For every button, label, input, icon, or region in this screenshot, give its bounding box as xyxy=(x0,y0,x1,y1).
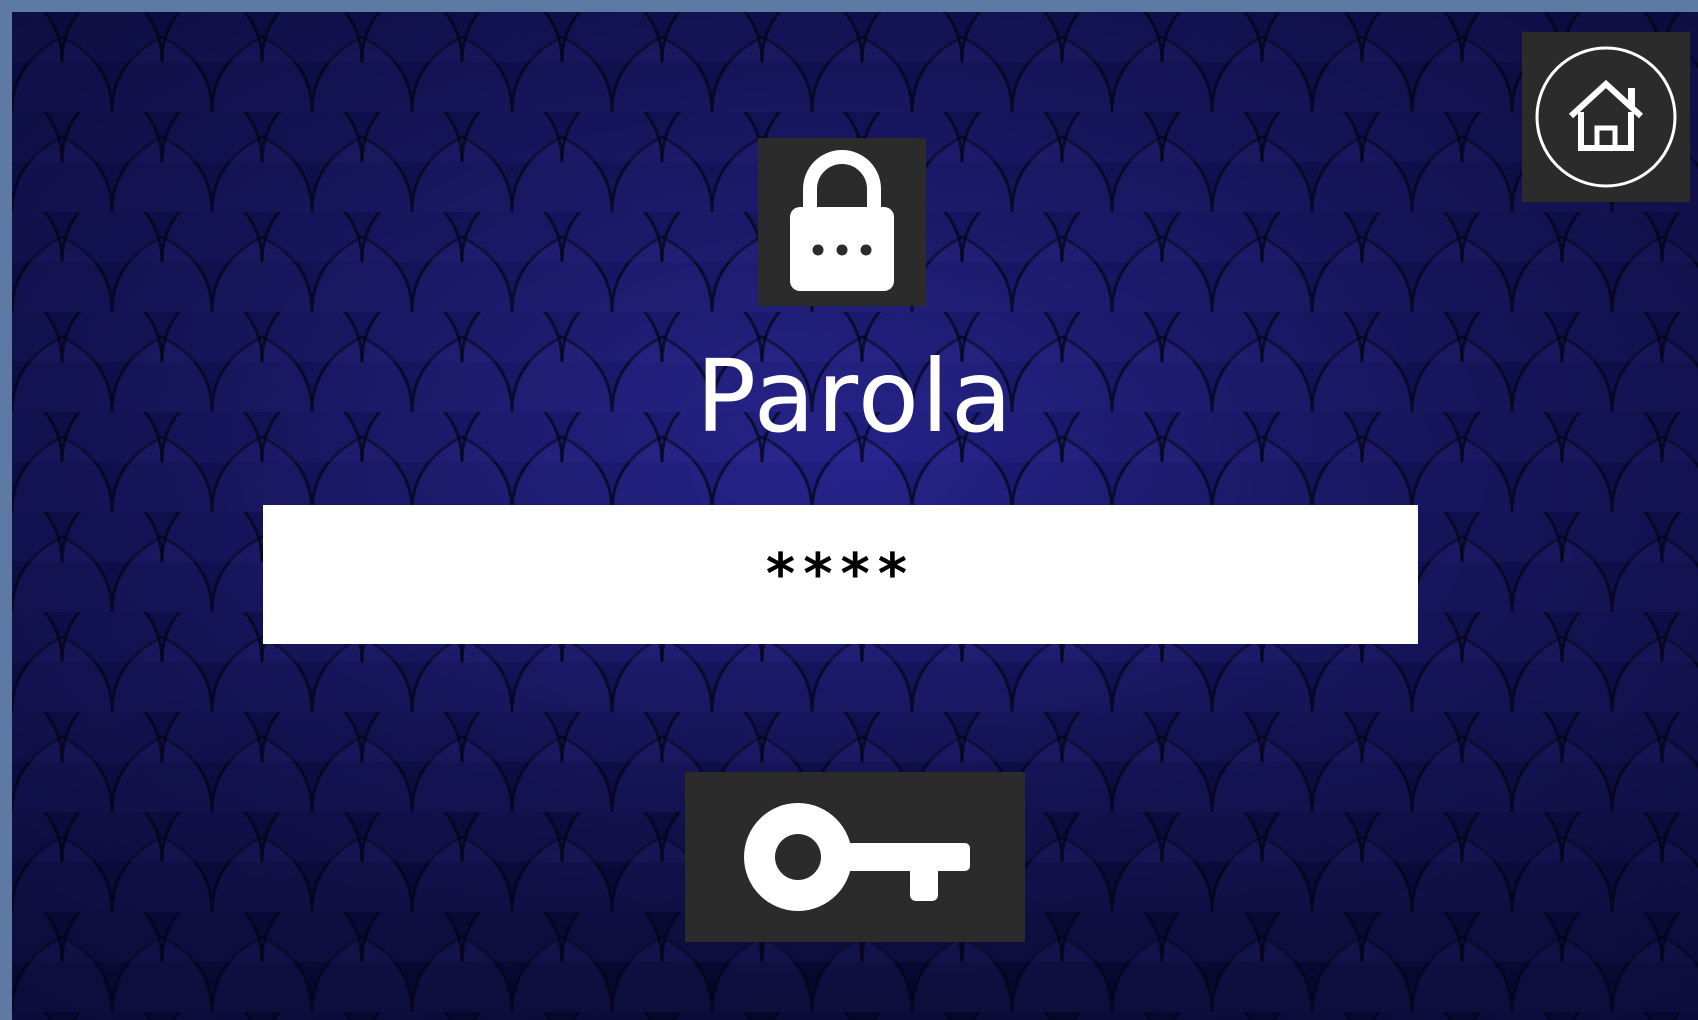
lock-tile xyxy=(758,138,926,306)
lock-icon xyxy=(790,150,894,291)
home-icon xyxy=(1535,46,1677,188)
login-key-button[interactable] xyxy=(685,772,1025,942)
page-title: Parola xyxy=(695,338,1015,455)
home-button[interactable] xyxy=(1522,32,1690,202)
key-icon xyxy=(744,803,970,911)
password-input[interactable] xyxy=(263,505,1418,644)
login-screen: Parola xyxy=(12,12,1698,1020)
